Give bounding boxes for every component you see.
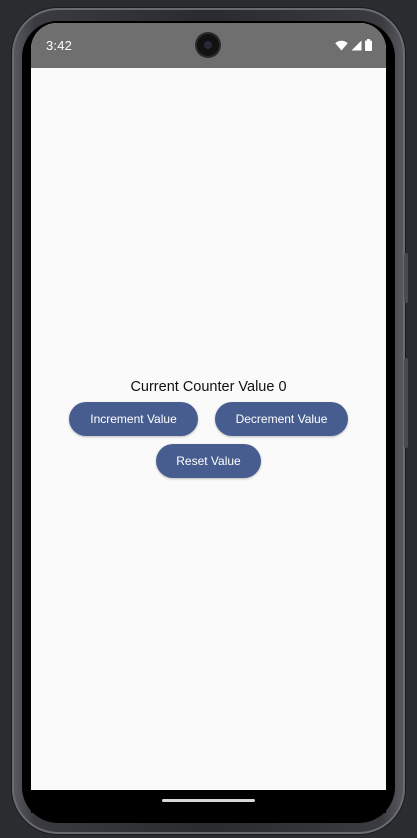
screen: 3:42 Current Counter Value 0 Increment V…: [31, 23, 386, 813]
decrement-button[interactable]: Decrement Value: [215, 402, 348, 436]
home-indicator[interactable]: [162, 799, 255, 802]
battery-icon: [365, 39, 372, 51]
cellular-signal-icon: [351, 40, 362, 50]
front-camera: [197, 34, 219, 56]
volume-button: [404, 358, 408, 448]
reset-button[interactable]: Reset Value: [156, 444, 261, 478]
status-icons: [335, 39, 372, 51]
status-bar: 3:42: [31, 23, 386, 68]
increment-button[interactable]: Increment Value: [69, 402, 198, 436]
counter-value-label: Current Counter Value 0: [130, 379, 287, 395]
navigation-bar: [31, 790, 386, 813]
app-content: Current Counter Value 0 Increment Value …: [31, 68, 386, 790]
status-time: 3:42: [46, 38, 73, 53]
power-button: [404, 253, 408, 303]
wifi-icon: [335, 40, 348, 50]
